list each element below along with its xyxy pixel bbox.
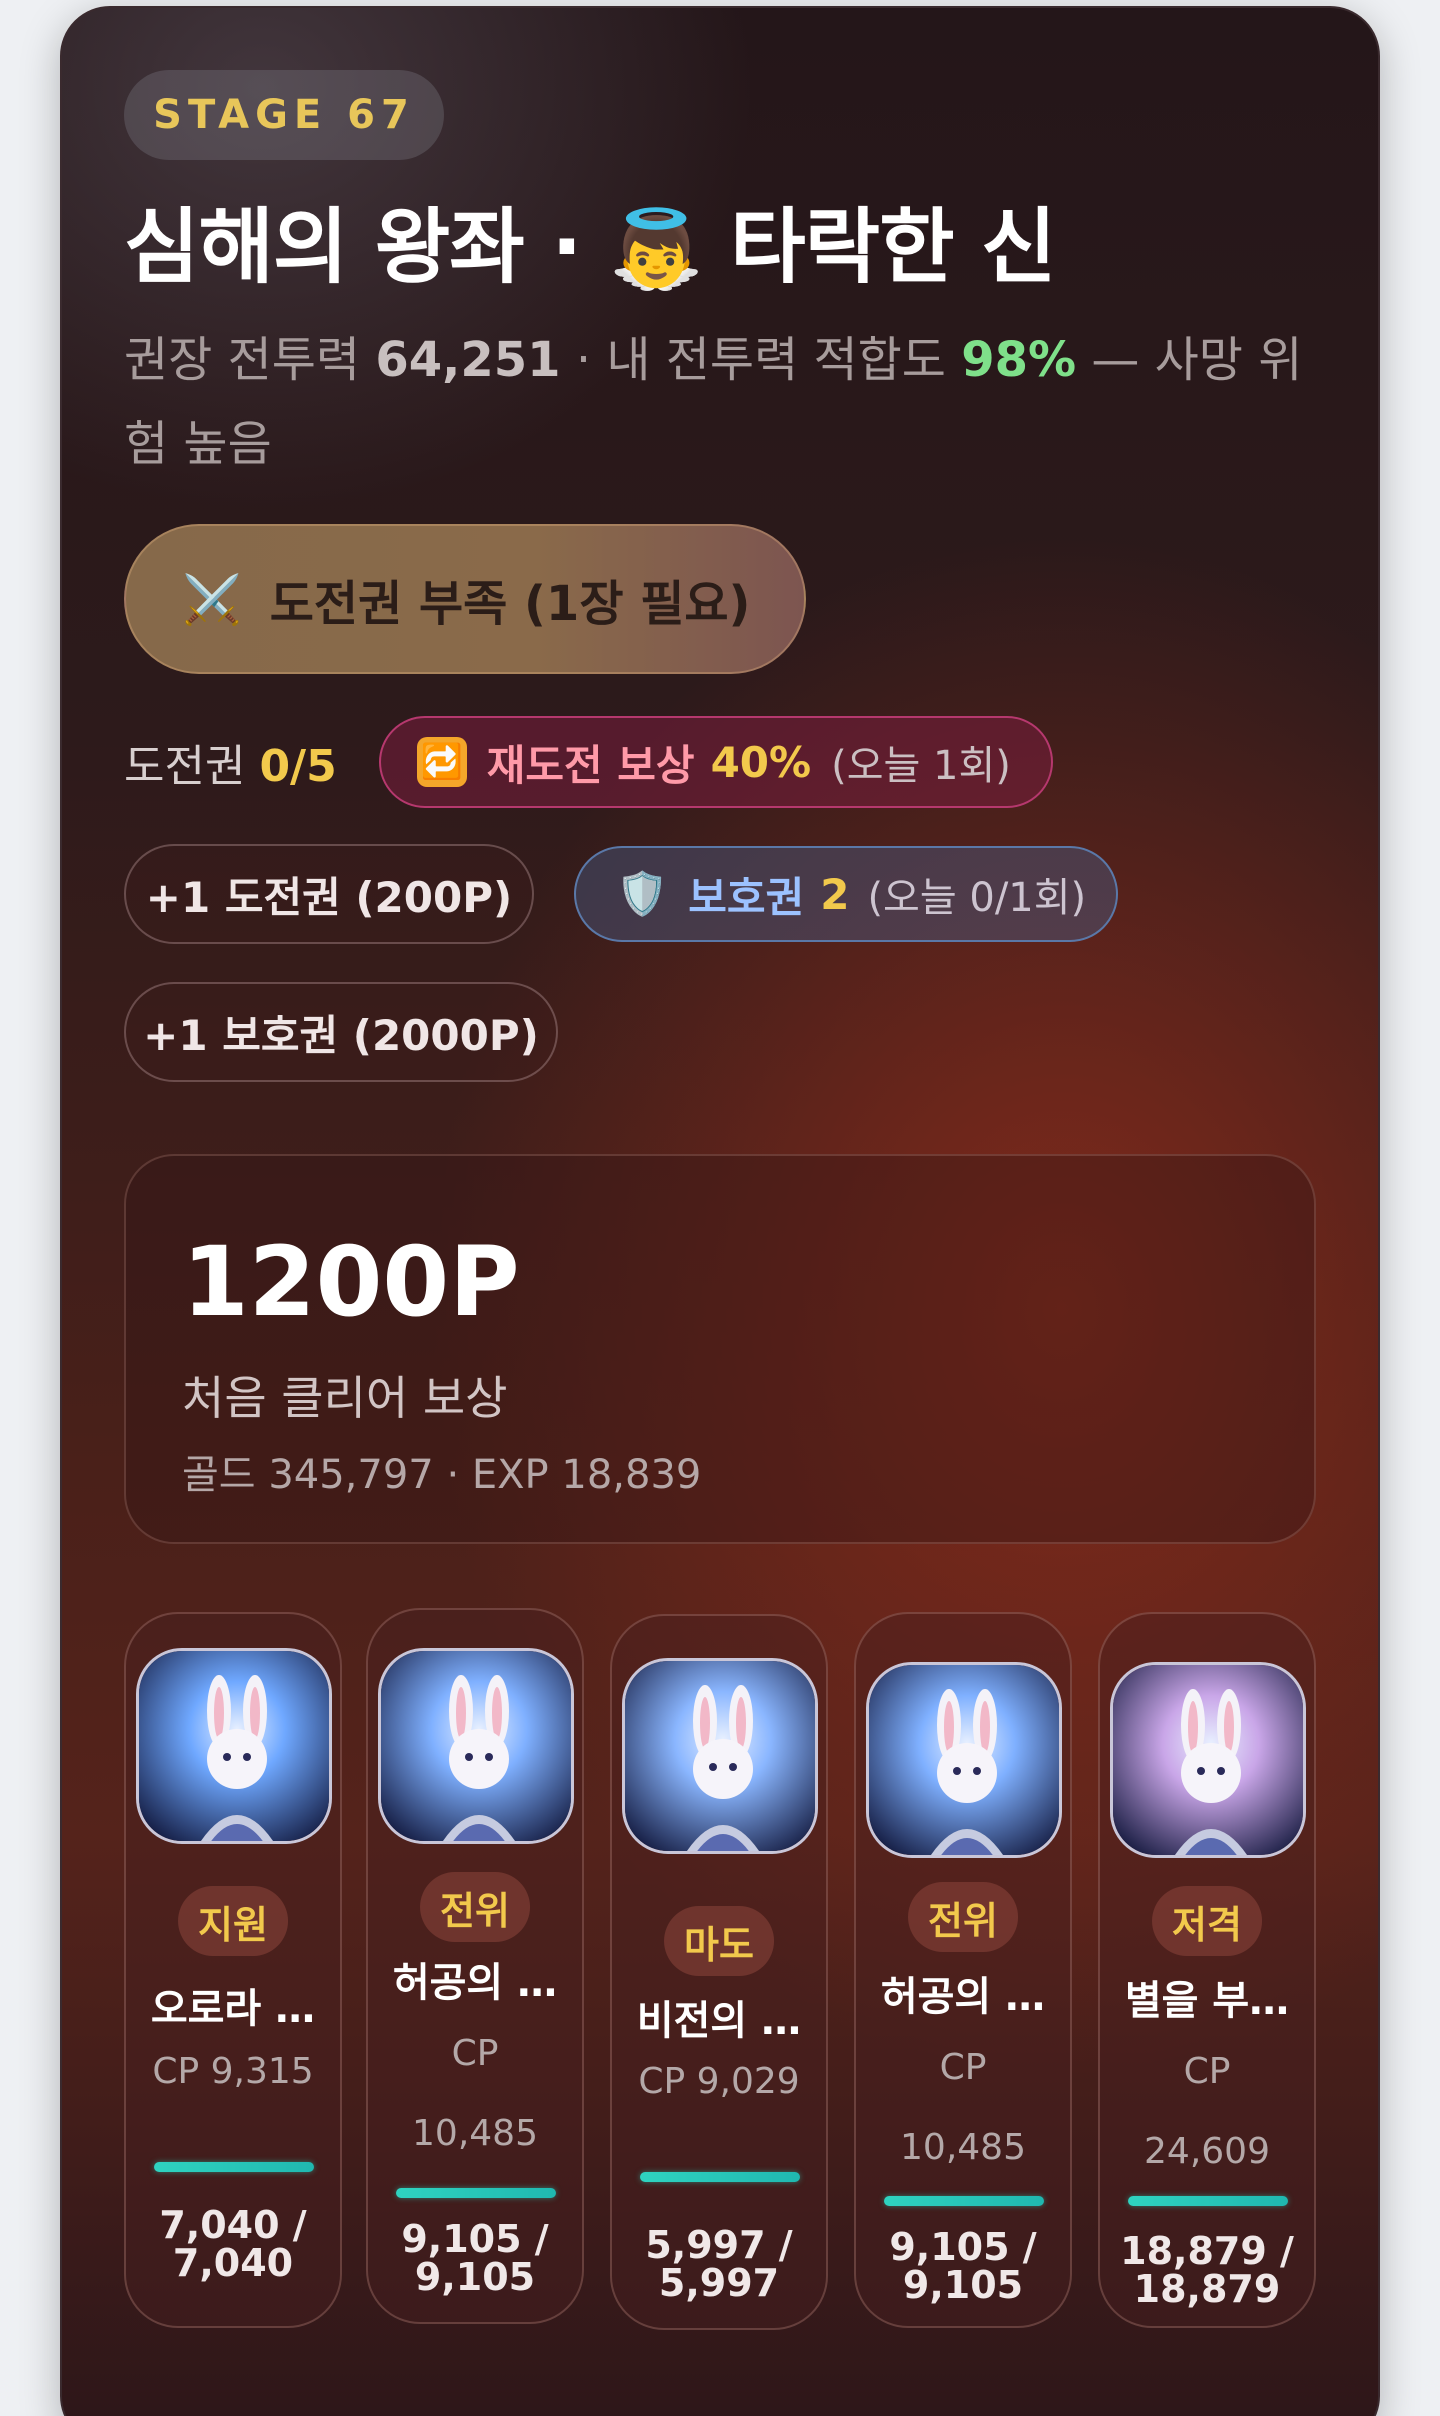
fit-label: · 내 전투력 적합도 [560,332,962,388]
hero-combat-power: CP 9,029 [638,2061,800,2102]
ticket-count: 도전권 0/5 [124,730,337,794]
shield-label: 보호권 [688,872,805,922]
stage-title: 심해의 왕좌 · 👼 타락한 신 [124,180,1056,299]
hero-hp-text: 18,879 /18,879 [1120,2229,1294,2311]
hero-hp-bar [640,2172,800,2182]
hero-name: 비전의 … [636,1998,802,2044]
hero-portrait [1110,1662,1306,1858]
hero-portrait [866,1662,1062,1858]
hero-hp-bar [1128,2196,1288,2206]
hero-hp-text: 5,997 /5,997 [645,2223,793,2305]
title-suffix: 타락한 신 [702,200,1056,295]
recommended-power-label: 권장 전투력 [124,332,376,388]
hero-portrait [378,1648,574,1844]
hero-name: 별을 부… [1124,1978,1290,2024]
power-summary: 권장 전투력 64,251 · 내 전투력 적합도 98% — 사망 위험 높음 [124,318,1324,486]
hero-hp-text: 9,105 /9,105 [889,2225,1037,2307]
hero-combat-power: CP 10,485 [412,2033,538,2154]
buy-shield-label: +1 보호권 (2000P) [143,1010,539,1060]
hero-role-badge: 저격 [1152,1886,1262,1956]
stage-badge: STAGE 67 [124,70,444,160]
retry-reward-percent: 40% [710,737,812,787]
hero-card[interactable]: 지원오로라 … CP 9,315 7,040 /7,040 [124,1612,342,2328]
hero-card[interactable]: 저격별을 부… CP 24,609 18,879 /18,879 [1098,1612,1316,2328]
title-prefix: 심해의 왕좌 · [124,200,609,295]
hero-name: 허공의 … [392,1960,558,2006]
hero-name: 허공의 … [880,1974,1046,2020]
hero-portrait [622,1658,818,1854]
fit-value: 98% [961,332,1077,388]
angel-icon: 👼 [609,204,704,293]
hero-portrait [136,1648,332,1844]
swords-icon: ⚔️ [182,571,242,628]
shield-today: (오늘 0/1회) [867,875,1087,921]
ticket-row: 도전권 0/5 🔁 재도전 보상 40% (오늘 1회) [124,716,1053,808]
party-list: 지원오로라 … CP 9,315 7,040 /7,040 전위허공의 … CP 10,4… [124,1608,1316,2332]
reward-amount: 1200P [182,1226,520,1338]
hero-role-badge: 전위 [908,1882,1018,1952]
hero-hp-bar [884,2196,1044,2206]
reward-label: 처음 클리어 보상 [182,1371,508,1425]
hero-role-badge: 마도 [664,1906,774,1976]
reward-gold-exp: 골드 345,797 · EXP 18,839 [182,1452,702,1498]
hero-role-badge: 전위 [420,1872,530,1942]
stage-card: STAGE 67 심해의 왕좌 · 👼 타락한 신 권장 전투력 64,251 … [60,6,1380,2416]
shield-icon: 🛡️ [616,869,669,918]
first-clear-reward: 1200P 처음 클리어 보상 골드 345,797 · EXP 18,839 [124,1154,1316,1544]
challenge-button[interactable]: ⚔️ 도전권 부족 (1장 필요) [124,524,806,674]
buy-ticket-label: +1 도전권 (200P) [145,872,513,922]
hero-card[interactable]: 마도비전의 … CP 9,029 5,997 /5,997 [610,1614,828,2330]
hero-card[interactable]: 전위허공의 … CP 10,485 9,105 /9,105 [366,1608,584,2324]
hero-name: 오로라 … [150,1986,316,2032]
retry-reward-today: (오늘 1회) [831,743,1011,789]
hero-card[interactable]: 전위허공의 … CP 10,485 9,105 /9,105 [854,1612,1072,2328]
hero-hp-text: 7,040 /7,040 [159,2203,307,2285]
recommended-power-value: 64,251 [375,332,561,388]
hero-hp-bar [396,2188,556,2198]
ticket-count-value: 0/5 [259,741,337,792]
hero-combat-power: CP 10,485 [900,2047,1026,2168]
hero-role-badge: 지원 [178,1886,288,1956]
stage-label: STAGE 67 [153,92,415,138]
hero-combat-power: CP 9,315 [152,2051,314,2092]
shield-count: 2 [820,869,850,919]
ticket-count-label: 도전권 [124,741,260,792]
hero-hp-bar [154,2162,314,2172]
challenge-button-label: 도전권 부족 (1장 필요) [269,576,751,632]
repeat-icon: 🔁 [416,737,467,787]
retry-reward-badge: 🔁 재도전 보상 40% (오늘 1회) [378,716,1053,808]
hero-hp-text: 9,105 /9,105 [401,2217,549,2299]
hero-combat-power: CP 24,609 [1144,2051,1270,2172]
buy-shield-button[interactable]: +1 보호권 (2000P) [124,982,558,1082]
retry-reward-label: 재도전 보상 [486,740,695,790]
buy-ticket-button[interactable]: +1 도전권 (200P) [124,844,534,944]
shield-badge: 🛡️ 보호권 2 (오늘 0/1회) [574,846,1118,942]
